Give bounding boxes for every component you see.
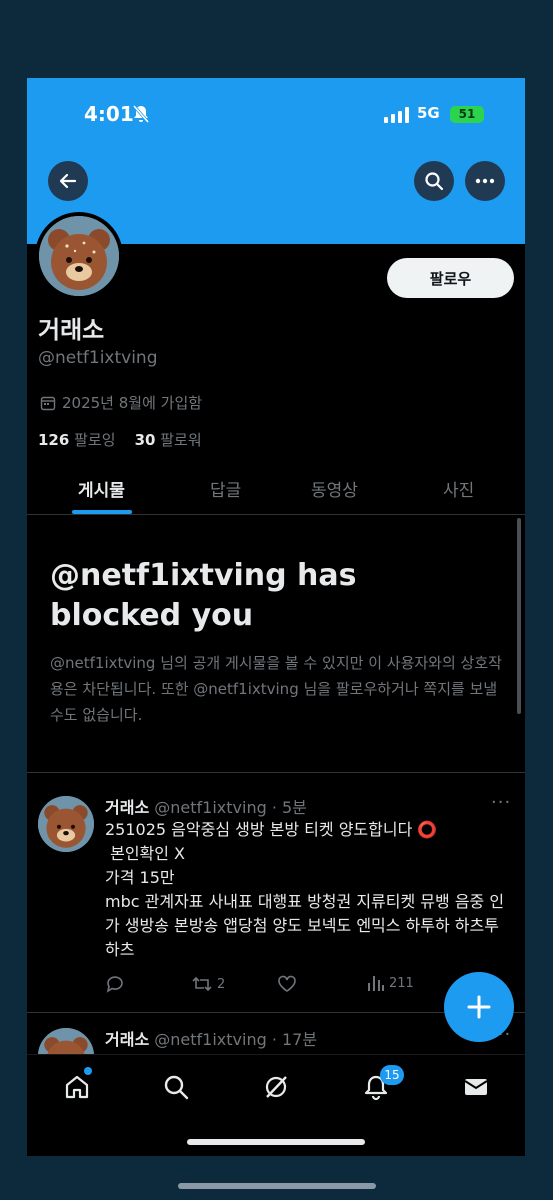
post-author[interactable]: 거래소: [105, 1030, 149, 1049]
post-actions: 2 211: [105, 974, 435, 996]
bear-avatar-icon: [38, 796, 94, 852]
reply-button[interactable]: [105, 974, 125, 994]
blocked-title: @netf1ixtving has blocked you: [50, 558, 357, 633]
network-type: 5G: [417, 104, 440, 122]
new-content-dot: [84, 1067, 92, 1075]
post-time: · 5분: [271, 798, 307, 817]
views-button[interactable]: 211: [367, 974, 414, 992]
arrow-left-icon: [59, 173, 77, 189]
search-icon: [425, 172, 444, 191]
followers-link[interactable]: 30 팔로워: [135, 431, 202, 449]
post-header: 거래소 @netf1ixtving · 5분: [105, 794, 307, 818]
back-button[interactable]: [48, 161, 88, 201]
mail-icon: [464, 1079, 488, 1095]
profile-tabs: 게시물 답글 동영상 사진: [27, 466, 525, 515]
profile-handle: @netf1ixtving: [38, 348, 158, 368]
nav-grok[interactable]: [260, 1071, 292, 1103]
active-tab-indicator: [72, 510, 132, 514]
retweet-count: 2: [217, 976, 226, 992]
post-text: 251025 음악중심 생방 본방 티켓 양도합니다 ⭕ 본인확인 X 가격 1…: [105, 818, 505, 962]
more-options-button[interactable]: [465, 161, 505, 201]
blocked-description: @netf1ixtving 님의 공개 게시물을 볼 수 있지만 이 사용자와의…: [50, 654, 502, 724]
views-chart-icon: [368, 976, 384, 991]
scrollbar[interactable]: [517, 518, 521, 714]
reply-icon: [106, 976, 123, 993]
home-icon: [65, 1075, 89, 1099]
post-line: 가격 15만: [105, 868, 175, 887]
post-handle[interactable]: @netf1ixtving: [154, 1030, 266, 1049]
tab-photos[interactable]: 사진: [443, 476, 474, 501]
nav-search[interactable]: [160, 1071, 192, 1103]
plus-icon: [467, 995, 491, 1019]
followers-count: 30: [134, 431, 156, 449]
follow-counts: 126 팔로잉 30 팔로워: [38, 429, 202, 450]
followers-label: 팔로워: [160, 431, 202, 449]
divider: [27, 772, 525, 773]
following-link[interactable]: 126 팔로잉: [38, 431, 116, 449]
retweet-icon: [192, 976, 212, 992]
nav-home[interactable]: [61, 1071, 93, 1103]
profile-avatar[interactable]: [35, 212, 123, 300]
grok-icon: [265, 1076, 287, 1098]
notification-badge: 15: [380, 1065, 404, 1085]
views-count: 211: [389, 975, 414, 991]
post-handle[interactable]: @netf1ixtving: [154, 798, 266, 817]
post-avatar[interactable]: [38, 796, 94, 852]
post-more-icon[interactable]: ···: [491, 792, 511, 813]
heart-icon: [278, 975, 296, 992]
cellular-signal-icon: [384, 107, 410, 127]
profile-name: 거래소: [38, 316, 105, 344]
silent-mode-icon: [132, 104, 150, 128]
joined-date: 2025년 8월에 가입함: [40, 392, 202, 413]
post-time: · 17분: [271, 1030, 318, 1049]
retweet-button[interactable]: 2: [191, 974, 225, 994]
like-button[interactable]: [277, 974, 297, 994]
nav-messages[interactable]: [460, 1071, 492, 1103]
post-line: 251025 음악중심 생방 본방 티켓 양도합니다 ⭕: [105, 820, 438, 839]
post-header: 거래소 @netf1ixtving · 17분: [105, 1026, 317, 1050]
ellipsis-icon: [475, 178, 495, 184]
joined-text: 2025년 8월에 가입함: [62, 394, 203, 412]
tab-videos[interactable]: 동영상: [311, 476, 358, 501]
post-line: 본인확인 X: [105, 844, 186, 863]
follow-button[interactable]: 팔로우: [387, 258, 514, 298]
bear-avatar-icon: [39, 216, 119, 296]
following-label: 팔로잉: [74, 431, 116, 449]
post-author[interactable]: 거래소: [105, 798, 149, 817]
home-indicator[interactable]: [187, 1139, 365, 1145]
compose-button[interactable]: [444, 972, 514, 1042]
device-home-bar: [178, 1183, 376, 1189]
battery-indicator: 51: [450, 106, 484, 123]
phone-screen: 4:01 5G 51 팔로우 거래소 @netf1ixtving 2025년 8…: [27, 78, 525, 1156]
calendar-icon: [40, 396, 56, 410]
search-button[interactable]: [414, 161, 454, 201]
status-time: 4:01: [84, 102, 134, 126]
tab-replies[interactable]: 답글: [210, 476, 241, 501]
post-line: mbc 관계자표 사내표 대행표 방청권 지류티켓 뮤뱅 음중 인가 생방송 본…: [105, 892, 505, 959]
tab-posts[interactable]: 게시물: [78, 476, 125, 501]
following-count: 126: [38, 431, 70, 449]
search-icon: [164, 1075, 189, 1100]
status-bar: 4:01 5G 51: [27, 100, 525, 130]
